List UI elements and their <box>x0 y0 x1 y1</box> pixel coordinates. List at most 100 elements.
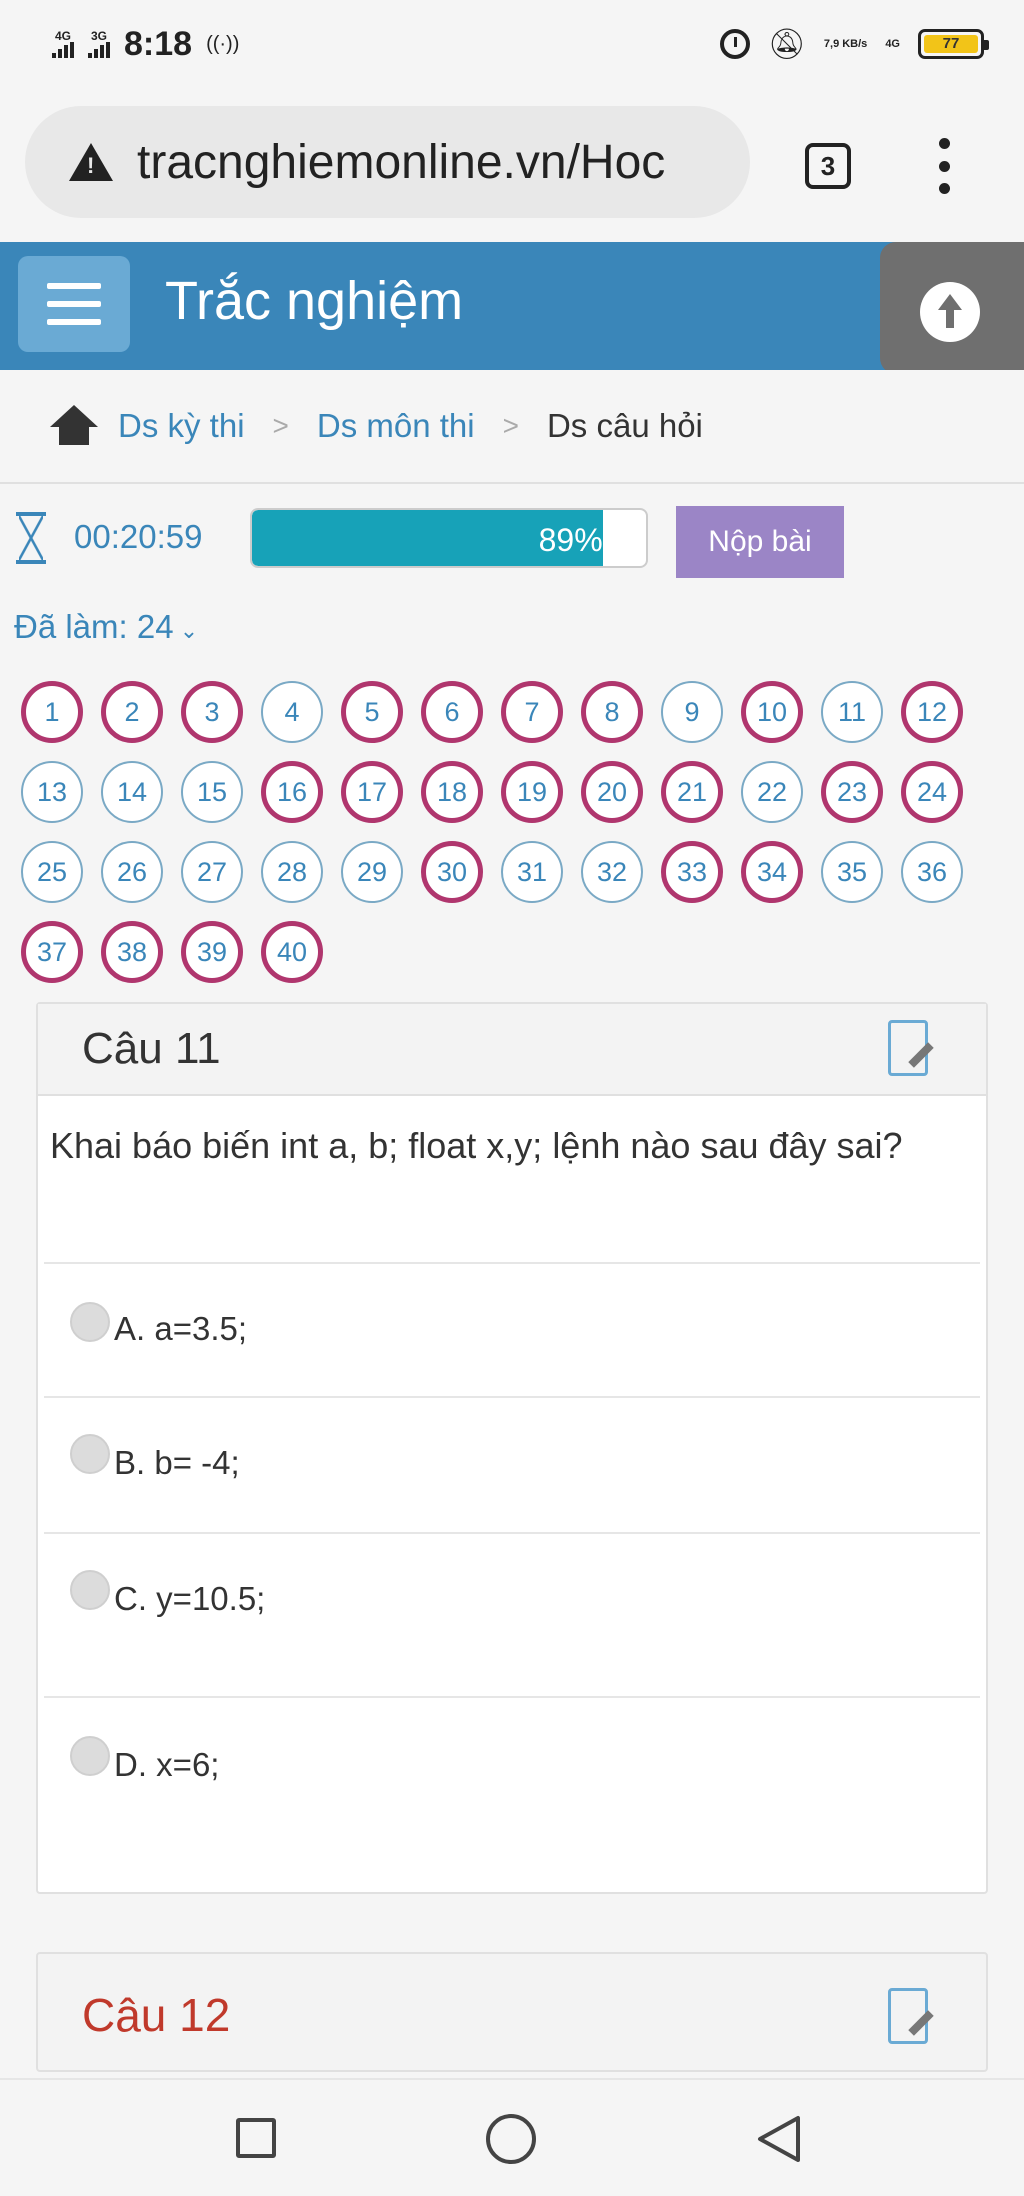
question-nav-item[interactable]: 36 <box>892 832 972 912</box>
question-nav-item[interactable]: 23 <box>812 752 892 832</box>
question-nav-item[interactable]: 12 <box>892 672 972 752</box>
question-number[interactable]: 33 <box>661 841 723 903</box>
next-question-card[interactable]: Câu 12 <box>36 1952 988 2072</box>
question-nav-item[interactable]: 3 <box>172 672 252 752</box>
home-icon[interactable] <box>50 405 98 447</box>
question-number[interactable]: 24 <box>901 761 963 823</box>
question-nav-item[interactable]: 18 <box>412 752 492 832</box>
question-number[interactable]: 6 <box>421 681 483 743</box>
question-number[interactable]: 17 <box>341 761 403 823</box>
question-nav-item[interactable]: 16 <box>252 752 332 832</box>
address-bar[interactable]: tracnghiemonline.vn/Hoc <box>25 106 750 218</box>
note-edit-icon[interactable] <box>888 1020 928 1076</box>
question-nav-item[interactable]: 32 <box>572 832 652 912</box>
answer-option-a[interactable]: A. a=3.5; <box>44 1264 980 1398</box>
question-nav-item[interactable]: 26 <box>92 832 172 912</box>
question-number[interactable]: 10 <box>741 681 803 743</box>
question-nav-item[interactable]: 39 <box>172 912 252 992</box>
question-nav-item[interactable]: 2 <box>92 672 172 752</box>
question-number[interactable]: 8 <box>581 681 643 743</box>
question-nav-item[interactable]: 24 <box>892 752 972 832</box>
question-number[interactable]: 11 <box>821 681 883 743</box>
browser-menu-icon[interactable] <box>936 138 952 194</box>
question-number[interactable]: 39 <box>181 921 243 983</box>
question-number[interactable]: 32 <box>581 841 643 903</box>
question-number[interactable]: 21 <box>661 761 723 823</box>
radio-button-b[interactable] <box>70 1434 110 1474</box>
question-nav-item[interactable]: 20 <box>572 752 652 832</box>
submit-button[interactable]: Nộp bài <box>676 506 844 578</box>
home-button-icon[interactable] <box>486 2114 536 2164</box>
url-text[interactable]: tracnghiemonline.vn/Hoc <box>137 135 727 190</box>
question-nav-item[interactable]: 37 <box>12 912 92 992</box>
answer-option-d[interactable]: D. x=6; <box>44 1698 980 1888</box>
radio-button-d[interactable] <box>70 1736 110 1776</box>
question-number[interactable]: 28 <box>261 841 323 903</box>
recent-apps-icon[interactable] <box>236 2118 276 2158</box>
question-number[interactable]: 20 <box>581 761 643 823</box>
answered-count-toggle[interactable]: Đã làm: 24 ⌄ <box>14 608 198 646</box>
breadcrumb-exam-list[interactable]: Ds kỳ thi <box>118 407 245 445</box>
question-number[interactable]: 34 <box>741 841 803 903</box>
answer-option-b[interactable]: B. b= -4; <box>44 1398 980 1534</box>
question-number[interactable]: 2 <box>101 681 163 743</box>
question-number[interactable]: 14 <box>101 761 163 823</box>
question-nav-item[interactable]: 35 <box>812 832 892 912</box>
question-number[interactable]: 4 <box>261 681 323 743</box>
question-nav-item[interactable]: 8 <box>572 672 652 752</box>
question-nav-item[interactable]: 10 <box>732 672 812 752</box>
question-number[interactable]: 19 <box>501 761 563 823</box>
question-nav-item[interactable]: 6 <box>412 672 492 752</box>
question-number[interactable]: 38 <box>101 921 163 983</box>
question-number[interactable]: 7 <box>501 681 563 743</box>
note-edit-icon[interactable] <box>888 1988 928 2044</box>
question-number[interactable]: 9 <box>661 681 723 743</box>
site-title[interactable]: Trắc nghiệm <box>165 270 463 332</box>
question-number[interactable]: 26 <box>101 841 163 903</box>
question-number[interactable]: 5 <box>341 681 403 743</box>
question-number[interactable]: 23 <box>821 761 883 823</box>
question-number[interactable]: 15 <box>181 761 243 823</box>
question-nav-item[interactable]: 9 <box>652 672 732 752</box>
question-nav-item[interactable]: 38 <box>92 912 172 992</box>
hamburger-menu-icon[interactable] <box>18 256 130 352</box>
question-number[interactable]: 40 <box>261 921 323 983</box>
question-nav-item[interactable]: 5 <box>332 672 412 752</box>
question-nav-item[interactable]: 28 <box>252 832 332 912</box>
question-nav-item[interactable]: 19 <box>492 752 572 832</box>
question-number[interactable]: 35 <box>821 841 883 903</box>
question-nav-item[interactable]: 29 <box>332 832 412 912</box>
question-nav-item[interactable]: 22 <box>732 752 812 832</box>
question-nav-item[interactable]: 14 <box>92 752 172 832</box>
tab-switcher-button[interactable]: 3 <box>805 143 851 189</box>
question-number[interactable]: 1 <box>21 681 83 743</box>
question-nav-item[interactable]: 15 <box>172 752 252 832</box>
breadcrumb-subject-list[interactable]: Ds môn thi <box>317 407 475 445</box>
question-nav-item[interactable]: 11 <box>812 672 892 752</box>
not-secure-icon[interactable] <box>69 143 113 181</box>
question-nav-item[interactable]: 21 <box>652 752 732 832</box>
question-nav-item[interactable]: 31 <box>492 832 572 912</box>
question-nav-item[interactable]: 17 <box>332 752 412 832</box>
radio-button-a[interactable] <box>70 1302 110 1342</box>
back-icon[interactable] <box>756 2114 802 2164</box>
question-number[interactable]: 3 <box>181 681 243 743</box>
question-number[interactable]: 12 <box>901 681 963 743</box>
question-nav-item[interactable]: 33 <box>652 832 732 912</box>
question-nav-item[interactable]: 13 <box>12 752 92 832</box>
question-number[interactable]: 13 <box>21 761 83 823</box>
question-number[interactable]: 25 <box>21 841 83 903</box>
question-nav-item[interactable]: 34 <box>732 832 812 912</box>
scroll-to-top-button[interactable] <box>880 242 1024 374</box>
answer-option-c[interactable]: C. y=10.5; <box>44 1534 980 1698</box>
question-nav-item[interactable]: 7 <box>492 672 572 752</box>
question-number[interactable]: 16 <box>261 761 323 823</box>
question-nav-item[interactable]: 40 <box>252 912 332 992</box>
radio-button-c[interactable] <box>70 1570 110 1610</box>
question-number[interactable]: 18 <box>421 761 483 823</box>
question-nav-item[interactable]: 25 <box>12 832 92 912</box>
question-nav-item[interactable]: 1 <box>12 672 92 752</box>
question-number[interactable]: 36 <box>901 841 963 903</box>
question-nav-item[interactable]: 27 <box>172 832 252 912</box>
question-number[interactable]: 31 <box>501 841 563 903</box>
